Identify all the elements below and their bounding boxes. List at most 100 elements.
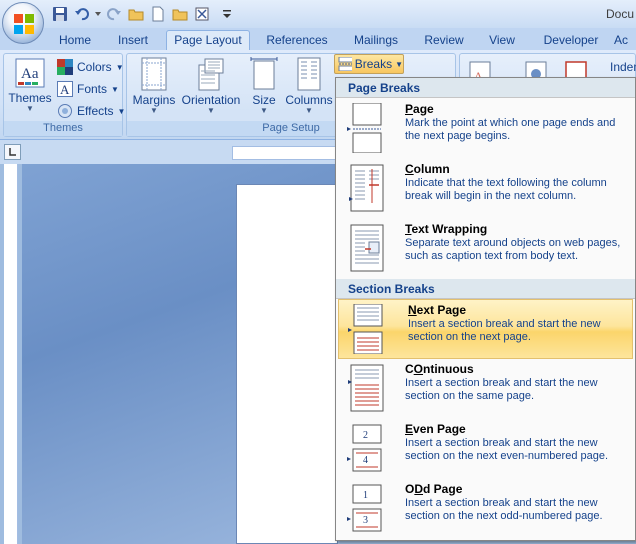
menu-item-odd-page[interactable]: 1 3 ODd Page Insert a section break and … — [336, 479, 635, 539]
page-breaks-header: Page Breaks — [336, 78, 635, 98]
undo-icon[interactable] — [72, 4, 92, 24]
menu-item-column[interactable]: Column Indicate that the text following … — [336, 159, 635, 219]
menu-item-title: Next Page — [408, 303, 467, 317]
fonts-icon: A — [57, 81, 73, 97]
margins-button[interactable]: Margins ▼ — [132, 57, 176, 115]
tab-mailings[interactable]: Mailings — [344, 31, 408, 50]
ribbon-tabs: Home Insert Page Layout References Maili… — [0, 28, 636, 50]
fonts-caret-icon: ▼ — [111, 84, 119, 94]
even-page-icon: 2 4 — [347, 424, 382, 472]
menu-item-text-wrapping[interactable]: Text Wrapping Separate text around objec… — [336, 219, 635, 279]
svg-text:3: 3 — [363, 515, 368, 526]
page-break-icon — [347, 103, 382, 153]
svg-text:Aa: Aa — [21, 66, 39, 82]
fonts-label: Fonts — [77, 82, 108, 96]
columns-caret-icon: ▼ — [305, 106, 313, 115]
size-label: Size — [252, 93, 276, 107]
section-breaks-header: Section Breaks — [336, 279, 635, 299]
next-page-icon — [348, 304, 383, 354]
margins-caret-icon: ▼ — [150, 106, 158, 115]
svg-text:A: A — [60, 82, 70, 97]
menu-item-title: ODd Page — [405, 482, 463, 496]
vertical-ruler[interactable] — [4, 164, 18, 544]
breaks-dropdown-menu: Page Breaks Page Mark the point at which… — [335, 77, 636, 541]
tab-add-ins[interactable]: Ac — [614, 31, 636, 50]
quick-access-toolbar — [50, 4, 234, 24]
left-tab-icon — [9, 148, 16, 156]
menu-item-description: Insert a section break and start the new… — [405, 437, 609, 462]
office-button[interactable] — [2, 2, 44, 44]
menu-item-next-page[interactable]: Next Page Insert a section break and sta… — [338, 299, 633, 359]
print-preview-icon[interactable] — [192, 4, 212, 24]
breaks-button[interactable]: Breaks ▼ — [334, 54, 404, 74]
columns-icon — [297, 57, 321, 91]
columns-label: Columns — [285, 93, 333, 107]
menu-item-title: Column — [405, 162, 450, 176]
margins-icon — [141, 57, 167, 91]
folder-icon[interactable] — [170, 4, 190, 24]
fonts-button[interactable]: A Fonts ▼ — [57, 79, 119, 99]
customize-toolbar-icon[interactable] — [220, 4, 234, 24]
colors-caret-icon: ▼ — [115, 62, 124, 72]
orientation-button[interactable]: Orientation ▼ — [179, 57, 243, 115]
columns-button[interactable]: Columns ▼ — [285, 57, 333, 115]
odd-page-icon: 1 3 — [347, 484, 382, 532]
office-logo-icon — [14, 14, 34, 34]
breaks-caret-icon: ▼ — [395, 59, 403, 69]
effects-button[interactable]: Effects ▼ — [57, 101, 125, 121]
new-document-icon[interactable] — [148, 4, 168, 24]
title-bar: Docu — [0, 0, 636, 28]
menu-item-description: Insert a section break and start the new… — [405, 497, 603, 522]
menu-item-description: Indicate that the text following the col… — [405, 177, 607, 202]
svg-text:4: 4 — [363, 455, 368, 466]
tab-page-layout[interactable]: Page Layout — [166, 30, 250, 50]
menu-item-continuous[interactable]: COntinuous Insert a section break and st… — [336, 359, 635, 419]
menu-item-title: Text Wrapping — [405, 222, 488, 236]
themes-icon: Aa — [15, 58, 45, 88]
colors-icon — [57, 59, 73, 75]
menu-item-description: Mark the point at which one page ends an… — [405, 117, 616, 142]
undo-dropdown-icon[interactable] — [94, 4, 102, 24]
menu-item-description: Insert a section break and start the new… — [405, 377, 598, 402]
redo-icon[interactable] — [104, 4, 124, 24]
menu-item-description: Insert a section break and start the new… — [408, 318, 601, 343]
themes-label: Themes — [8, 91, 52, 105]
document-page[interactable] — [236, 184, 338, 544]
text-wrapping-icon — [350, 224, 384, 272]
menu-item-even-page[interactable]: 2 4 Even Page Insert a section break and… — [336, 419, 635, 479]
orientation-caret-icon: ▼ — [207, 106, 215, 115]
breaks-label: Breaks — [354, 57, 393, 71]
column-break-icon — [349, 164, 384, 212]
svg-text:1: 1 — [363, 490, 368, 501]
size-button[interactable]: Size ▼ — [249, 57, 279, 115]
themes-button[interactable]: Aa Themes ▼ — [8, 57, 52, 113]
size-caret-icon: ▼ — [260, 106, 268, 115]
tab-review[interactable]: Review — [418, 31, 470, 50]
tab-insert[interactable]: Insert — [108, 31, 158, 50]
open-folder-icon[interactable] — [126, 4, 146, 24]
themes-caret-icon: ▼ — [26, 104, 34, 113]
tab-home[interactable]: Home — [52, 31, 98, 50]
menu-item-page[interactable]: Page Mark the point at which one page en… — [336, 99, 635, 159]
continuous-icon — [348, 364, 384, 412]
svg-text:2: 2 — [363, 430, 368, 441]
size-icon — [250, 57, 278, 90]
menu-item-title: Even Page — [405, 422, 466, 436]
tab-selector[interactable] — [4, 144, 21, 160]
save-icon[interactable] — [50, 4, 70, 24]
themes-group: Aa Themes ▼ Colors ▼ A Fonts ▼ Effects ▼… — [3, 53, 125, 137]
menu-item-title: COntinuous — [405, 362, 474, 376]
effects-caret-icon: ▼ — [117, 106, 126, 116]
margins-label: Margins — [132, 93, 176, 107]
tab-references[interactable]: References — [260, 31, 334, 50]
colors-button[interactable]: Colors ▼ — [57, 57, 124, 77]
themes-group-label: Themes — [4, 121, 122, 136]
indent-label: Inden — [610, 60, 636, 74]
menu-item-title: Page — [405, 102, 434, 116]
orientation-label: Orientation — [181, 93, 241, 107]
horizontal-ruler[interactable] — [232, 146, 342, 160]
tab-view[interactable]: View — [480, 31, 524, 50]
effects-label: Effects — [77, 104, 114, 118]
tab-developer[interactable]: Developer — [536, 31, 606, 50]
colors-label: Colors — [77, 60, 112, 74]
